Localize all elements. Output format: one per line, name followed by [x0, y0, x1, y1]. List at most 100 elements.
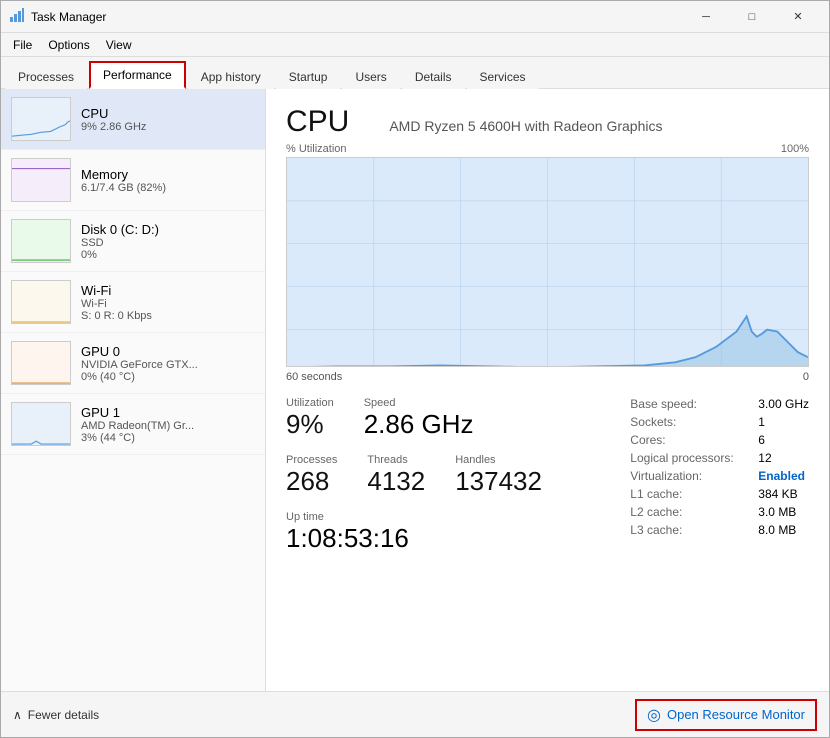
- l1-cache-row: L1 cache: 384 KB: [630, 487, 809, 501]
- footer: ∧ Fewer details ◎ Open Resource Monitor: [1, 691, 829, 737]
- cpu-sub1: 9% 2.86 GHz: [81, 121, 255, 133]
- gpu0-sub2: 0% (40 °C): [81, 371, 255, 383]
- gpu1-sub2: 3% (44 °C): [81, 432, 255, 444]
- detail-title: CPU: [286, 105, 349, 139]
- tab-performance[interactable]: Performance: [89, 61, 186, 89]
- gpu1-thumbnail: [11, 402, 71, 446]
- handles-label: Handles: [455, 454, 542, 466]
- sockets-label: Sockets:: [630, 415, 750, 429]
- window-controls: ─ □ ✕: [683, 7, 821, 27]
- tab-startup[interactable]: Startup: [276, 64, 341, 89]
- speed-block: Speed 2.86 GHz: [364, 397, 474, 440]
- sidebar-item-wifi[interactable]: Wi-Fi Wi-Fi S: 0 R: 0 Kbps: [1, 272, 265, 333]
- l2-cache-value: 3.0 MB: [758, 505, 796, 519]
- time-start: 60 seconds: [286, 371, 342, 383]
- cpu-sidebar-info: CPU 9% 2.86 GHz: [81, 106, 255, 133]
- menu-file[interactable]: File: [5, 36, 40, 54]
- main-content: CPU 9% 2.86 GHz Memory 6.1/7.4 GB (82%): [1, 89, 829, 691]
- chevron-up-icon: ∧: [13, 708, 22, 722]
- menu-bar: File Options View: [1, 33, 829, 57]
- tab-processes[interactable]: Processes: [5, 64, 87, 89]
- task-manager-window: Task Manager ─ □ ✕ File Options View Pro…: [0, 0, 830, 738]
- uptime-block: Up time 1:08:53:16: [286, 511, 630, 554]
- handles-value: 137432: [455, 466, 542, 497]
- memory-thumbnail: [11, 158, 71, 202]
- cpu-thumbnail: [11, 97, 71, 141]
- base-speed-value: 3.00 GHz: [758, 397, 809, 411]
- disk-sub2: 0%: [81, 249, 255, 261]
- fewer-details-button[interactable]: ∧ Fewer details: [13, 708, 99, 722]
- time-end: 0: [803, 371, 809, 383]
- resource-monitor-icon: ◎: [647, 705, 661, 725]
- utilization-label: Utilization: [286, 397, 334, 409]
- threads-value: 4132: [367, 466, 425, 497]
- close-button[interactable]: ✕: [775, 7, 821, 27]
- utilization-value: 9%: [286, 409, 334, 440]
- cpu-name: CPU: [81, 106, 255, 121]
- left-stats: Utilization 9% Speed 2.86 GHz Processes …: [286, 397, 630, 554]
- detail-panel: CPU AMD Ryzen 5 4600H with Radeon Graphi…: [266, 89, 829, 691]
- speed-value: 2.86 GHz: [364, 409, 474, 440]
- sidebar-item-cpu[interactable]: CPU 9% 2.86 GHz: [1, 89, 265, 150]
- open-resource-monitor-button[interactable]: ◎ Open Resource Monitor: [635, 699, 817, 731]
- wifi-sub1: Wi-Fi: [81, 298, 255, 310]
- wifi-thumbnail: [11, 280, 71, 324]
- sockets-row: Sockets: 1: [630, 415, 809, 429]
- base-speed-row: Base speed: 3.00 GHz: [630, 397, 809, 411]
- virtualization-row: Virtualization: Enabled: [630, 469, 809, 483]
- utilization-speed-row: Utilization 9% Speed 2.86 GHz: [286, 397, 630, 440]
- tab-details[interactable]: Details: [402, 64, 465, 89]
- threads-label: Threads: [367, 454, 425, 466]
- sidebar: CPU 9% 2.86 GHz Memory 6.1/7.4 GB (82%): [1, 89, 266, 691]
- gpu1-sidebar-info: GPU 1 AMD Radeon(TM) Gr... 3% (44 °C): [81, 405, 255, 444]
- sidebar-item-disk[interactable]: Disk 0 (C: D:) SSD 0%: [1, 211, 265, 272]
- gpu1-sub1: AMD Radeon(TM) Gr...: [81, 420, 255, 432]
- tab-app-history[interactable]: App history: [188, 64, 274, 89]
- detail-subtitle: AMD Ryzen 5 4600H with Radeon Graphics: [389, 118, 662, 134]
- disk-sub1: SSD: [81, 237, 255, 249]
- cores-row: Cores: 6: [630, 433, 809, 447]
- y-axis-max: 100%: [781, 143, 809, 155]
- logical-processors-row: Logical processors: 12: [630, 451, 809, 465]
- sidebar-item-gpu1[interactable]: GPU 1 AMD Radeon(TM) Gr... 3% (44 °C): [1, 394, 265, 455]
- sidebar-item-gpu0[interactable]: GPU 0 NVIDIA GeForce GTX... 0% (40 °C): [1, 333, 265, 394]
- chart-time-row: 60 seconds 0: [286, 371, 809, 383]
- tab-services[interactable]: Services: [467, 64, 539, 89]
- uptime-label: Up time: [286, 511, 630, 523]
- y-axis-label: % Utilization: [286, 143, 347, 155]
- cpu-chart: [286, 157, 809, 367]
- maximize-button[interactable]: □: [729, 7, 775, 27]
- open-resource-monitor-label: Open Resource Monitor: [667, 707, 805, 722]
- chart-label-row: % Utilization 100%: [286, 143, 809, 155]
- right-col-labels: Base speed: 3.00 GHz Sockets: 1 Cores: 6: [630, 397, 809, 554]
- gpu1-name: GPU 1: [81, 405, 255, 420]
- virtualization-value: Enabled: [758, 469, 805, 483]
- detail-header: CPU AMD Ryzen 5 4600H with Radeon Graphi…: [286, 105, 809, 139]
- l3-cache-row: L3 cache: 8.0 MB: [630, 523, 809, 537]
- uptime-value: 1:08:53:16: [286, 523, 630, 554]
- tab-users[interactable]: Users: [342, 64, 399, 89]
- fewer-details-label: Fewer details: [28, 708, 99, 722]
- wifi-sidebar-info: Wi-Fi Wi-Fi S: 0 R: 0 Kbps: [81, 283, 255, 322]
- gpu0-sub1: NVIDIA GeForce GTX...: [81, 359, 255, 371]
- threads-block: Threads 4132: [367, 454, 425, 497]
- l1-cache-label: L1 cache:: [630, 487, 750, 501]
- bottom-stats-section: Utilization 9% Speed 2.86 GHz Processes …: [286, 397, 809, 554]
- menu-options[interactable]: Options: [40, 36, 97, 54]
- l2-cache-label: L2 cache:: [630, 505, 750, 519]
- logical-processors-value: 12: [758, 451, 771, 465]
- sidebar-item-memory[interactable]: Memory 6.1/7.4 GB (82%): [1, 150, 265, 211]
- cores-label: Cores:: [630, 433, 750, 447]
- wifi-name: Wi-Fi: [81, 283, 255, 298]
- menu-view[interactable]: View: [98, 36, 140, 54]
- minimize-button[interactable]: ─: [683, 7, 729, 27]
- window-title: Task Manager: [31, 10, 106, 24]
- logical-processors-label: Logical processors:: [630, 451, 750, 465]
- l2-cache-row: L2 cache: 3.0 MB: [630, 505, 809, 519]
- gpu0-sidebar-info: GPU 0 NVIDIA GeForce GTX... 0% (40 °C): [81, 344, 255, 383]
- memory-sub1: 6.1/7.4 GB (82%): [81, 182, 255, 194]
- cores-value: 6: [758, 433, 765, 447]
- l1-cache-value: 384 KB: [758, 487, 797, 501]
- disk-name: Disk 0 (C: D:): [81, 222, 255, 237]
- sockets-value: 1: [758, 415, 765, 429]
